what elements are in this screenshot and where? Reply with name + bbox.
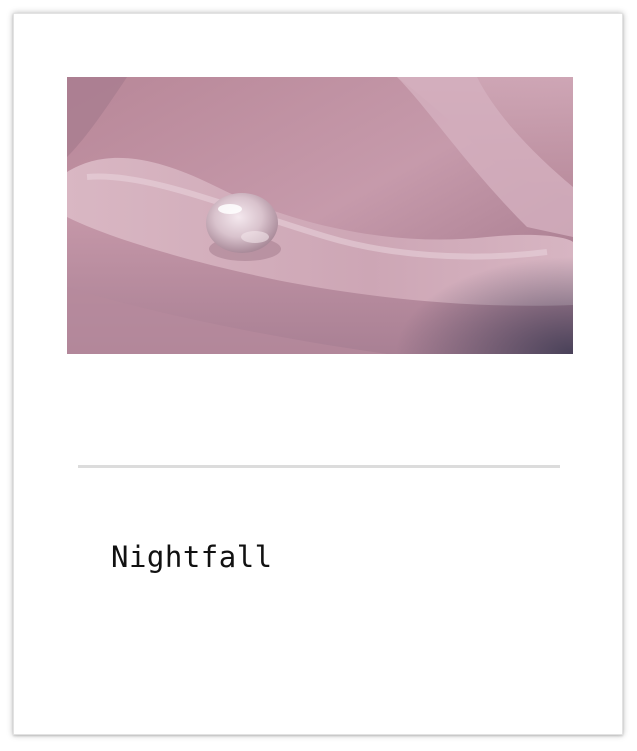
rose-petal-image bbox=[67, 77, 573, 354]
card-photo bbox=[67, 77, 573, 354]
polaroid-card: Nightfall bbox=[13, 13, 623, 735]
divider-line bbox=[78, 465, 560, 468]
card-caption: Nightfall bbox=[111, 540, 273, 574]
